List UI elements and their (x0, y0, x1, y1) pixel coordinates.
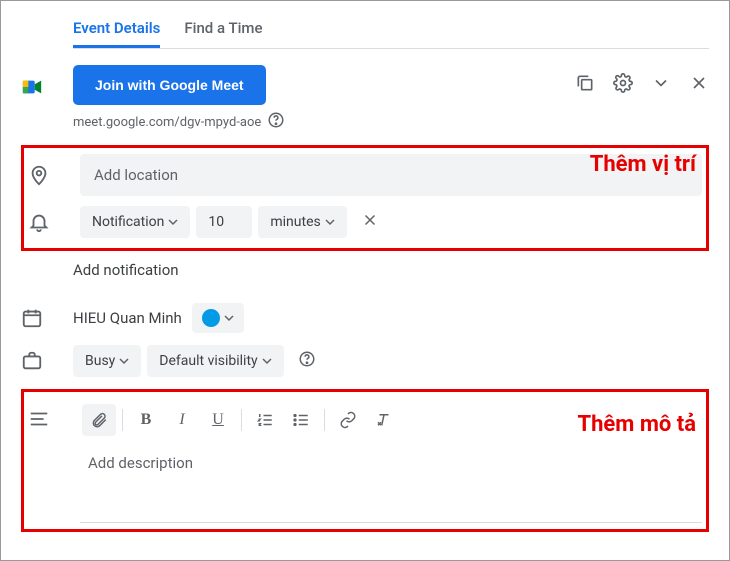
tab-event-details[interactable]: Event Details (73, 11, 160, 48)
notification-type-label: Notification (92, 214, 164, 230)
annotation-label-location: Thêm vị trí (590, 152, 696, 177)
notification-row: Notification 10 minutes (28, 206, 702, 238)
italic-button[interactable]: I (165, 404, 199, 436)
visibility-help-icon[interactable] (298, 350, 316, 372)
attach-file-icon[interactable] (82, 404, 116, 436)
briefcase-icon (21, 350, 73, 372)
calendar-color-swatch (202, 309, 220, 327)
insert-link-icon[interactable] (331, 404, 365, 436)
toolbar-separator (324, 409, 325, 431)
meet-actions (575, 73, 709, 97)
notification-unit-select[interactable]: minutes (258, 206, 346, 238)
busy-label: Busy (85, 353, 115, 369)
notification-type-select[interactable]: Notification (80, 206, 190, 238)
description-input[interactable]: Add description (80, 442, 702, 522)
tab-find-a-time[interactable]: Find a Time (184, 11, 262, 48)
notification-value-input[interactable]: 10 (196, 206, 252, 238)
meet-row: Join with Google Meet (21, 65, 709, 105)
google-meet-icon (21, 72, 73, 98)
bold-button[interactable]: B (129, 404, 163, 436)
busy-select[interactable]: Busy (73, 345, 141, 377)
meet-link-row: meet.google.com/dgv-mpyd-aoe (73, 111, 709, 133)
visibility-select[interactable]: Default visibility (147, 345, 283, 377)
chevron-down-icon (262, 356, 272, 366)
clear-formatting-icon[interactable] (367, 404, 401, 436)
meet-link-text[interactable]: meet.google.com/dgv-mpyd-aoe (73, 115, 261, 130)
remove-notification-button[interactable] (361, 211, 379, 233)
chevron-down-icon (325, 217, 335, 227)
chevron-down-icon (224, 313, 234, 323)
annotation-label-description: Thêm mô tả (577, 412, 696, 437)
annotation-box-description: Thêm mô tả B I U (21, 389, 709, 532)
chevron-down-icon (119, 356, 129, 366)
underline-button[interactable]: U (201, 404, 235, 436)
annotation-box-location: Thêm vị trí Add location Notification 10… (21, 145, 709, 251)
toolbar-separator (241, 409, 242, 431)
bell-icon (28, 211, 80, 233)
visibility-label: Default visibility (159, 353, 257, 369)
tabs-bar: Event Details Find a Time (73, 11, 709, 49)
calendar-color-select[interactable] (192, 303, 244, 333)
settings-gear-icon[interactable] (613, 73, 633, 97)
remove-meet-icon[interactable] (689, 73, 709, 97)
location-pin-icon (28, 164, 80, 186)
chevron-down-icon[interactable] (651, 73, 671, 97)
notification-unit-label: minutes (270, 214, 320, 230)
numbered-list-icon[interactable] (248, 404, 282, 436)
availability-row: Busy Default visibility (21, 345, 709, 377)
meet-help-icon[interactable] (267, 111, 285, 133)
bullet-list-icon[interactable] (284, 404, 318, 436)
copy-link-icon[interactable] (575, 73, 595, 97)
chevron-down-icon (168, 217, 178, 227)
calendar-owner-name: HIEU Quan Minh (73, 309, 182, 327)
join-google-meet-button[interactable]: Join with Google Meet (73, 65, 266, 105)
calendar-row: HIEU Quan Minh (21, 303, 709, 333)
add-notification-link[interactable]: Add notification (73, 261, 709, 279)
description-lines-icon (28, 398, 80, 430)
calendar-icon (21, 307, 73, 329)
toolbar-separator (122, 409, 123, 431)
